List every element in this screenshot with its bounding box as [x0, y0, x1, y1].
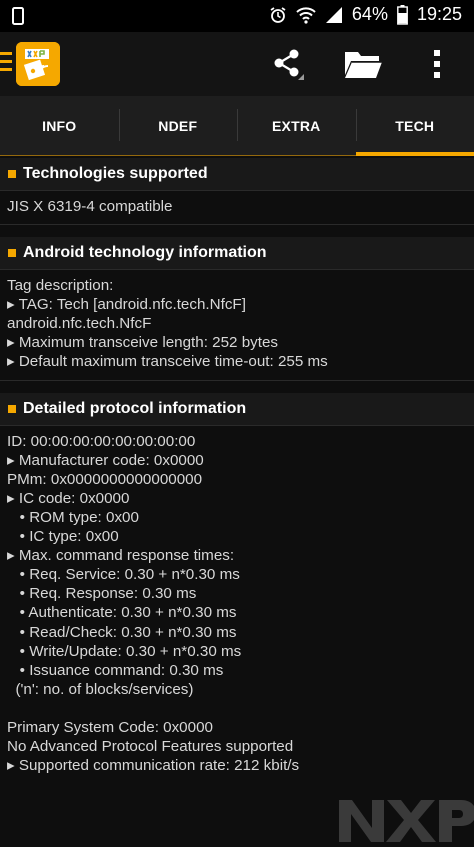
section-header-protocol: Detailed protocol information: [0, 393, 474, 426]
app-bar: [0, 32, 474, 96]
tab-info[interactable]: INFO: [0, 96, 119, 156]
battery-icon: [397, 5, 408, 25]
tab-ndef[interactable]: NDEF: [119, 96, 238, 156]
tab-tech-label: TECH: [395, 118, 434, 134]
info-line: • Issuance command: 0.30 ms: [7, 661, 467, 680]
section-header-android: Android technology information: [0, 237, 474, 270]
tech-content[interactable]: Technologies supported JIS X 6319-4 comp…: [0, 158, 474, 783]
info-line: android.nfc.tech.NfcF: [7, 314, 467, 333]
phone-icon: [12, 7, 24, 30]
info-line: No Advanced Protocol Features supported: [7, 737, 467, 756]
info-line: • IC type: 0x00: [7, 527, 467, 546]
alarm-icon: [269, 6, 287, 24]
share-icon[interactable]: [258, 32, 318, 96]
info-line: Primary System Code: 0x0000: [7, 718, 467, 737]
info-line: • ROM type: 0x00: [7, 508, 467, 527]
info-line: PMm: 0x0000000000000000: [7, 470, 467, 489]
info-line: Tag description:: [7, 276, 467, 295]
section-title: Detailed protocol information: [23, 400, 246, 418]
more-vert-icon[interactable]: [407, 32, 467, 96]
info-line: • Authenticate: 0.30 + n*0.30 ms: [7, 603, 467, 622]
info-line: ('n': no. of blocks/services): [7, 680, 467, 699]
nxp-watermark-logo: [337, 796, 474, 842]
tab-divider: [0, 155, 474, 156]
section-body-protocol: ID: 00:00:00:00:00:00:00:00 ▸ Manufactur…: [0, 426, 474, 784]
info-line: ▸ Manufacturer code: 0x0000: [7, 451, 467, 470]
info-line: ▸ IC code: 0x0000: [7, 489, 467, 508]
tab-ndef-label: NDEF: [158, 118, 197, 134]
tab-extra-label: EXTRA: [272, 118, 320, 134]
info-line: ▸ Maximum transceive length: 252 bytes: [7, 333, 467, 352]
tab-bar: INFO NDEF EXTRA TECH: [0, 96, 474, 156]
signal-icon: [325, 6, 343, 24]
app-logo[interactable]: [16, 42, 60, 86]
section-body-technologies: JIS X 6319-4 compatible: [0, 191, 474, 225]
info-line: • Write/Update: 0.30 + n*0.30 ms: [7, 642, 467, 661]
status-bar: 64% 19:25: [0, 0, 474, 32]
info-line: JIS X 6319-4 compatible: [7, 197, 467, 216]
section-header-technologies: Technologies supported: [0, 158, 474, 191]
info-line: • Read/Check: 0.30 + n*0.30 ms: [7, 623, 467, 642]
section-bullet-icon: [8, 170, 16, 178]
info-line: ▸ Default maximum transceive time-out: 2…: [7, 352, 467, 371]
info-line: ID: 00:00:00:00:00:00:00:00: [7, 432, 467, 451]
section-bullet-icon: [8, 405, 16, 413]
section-title: Android technology information: [23, 244, 267, 262]
hamburger-icon[interactable]: [0, 52, 12, 76]
info-line: ▸ TAG: Tech [android.nfc.tech.NfcF]: [7, 295, 467, 314]
section-body-android: Tag description: ▸ TAG: Tech [android.nf…: [0, 270, 474, 380]
wifi-icon: [296, 6, 316, 24]
info-line: • Req. Response: 0.30 ms: [7, 584, 467, 603]
tab-extra[interactable]: EXTRA: [237, 96, 356, 156]
tab-info-label: INFO: [42, 118, 76, 134]
tab-tech[interactable]: TECH: [356, 96, 474, 156]
info-line: • Req. Service: 0.30 + n*0.30 ms: [7, 565, 467, 584]
section-title: Technologies supported: [23, 165, 208, 183]
section-bullet-icon: [8, 249, 16, 257]
blank-line: [7, 699, 467, 718]
status-time: 19:25: [417, 4, 462, 25]
info-line: ▸ Max. command response times:: [7, 546, 467, 565]
info-line: ▸ Supported communication rate: 212 kbit…: [7, 756, 467, 775]
battery-percent: 64%: [352, 4, 388, 25]
folder-icon[interactable]: [333, 32, 393, 96]
